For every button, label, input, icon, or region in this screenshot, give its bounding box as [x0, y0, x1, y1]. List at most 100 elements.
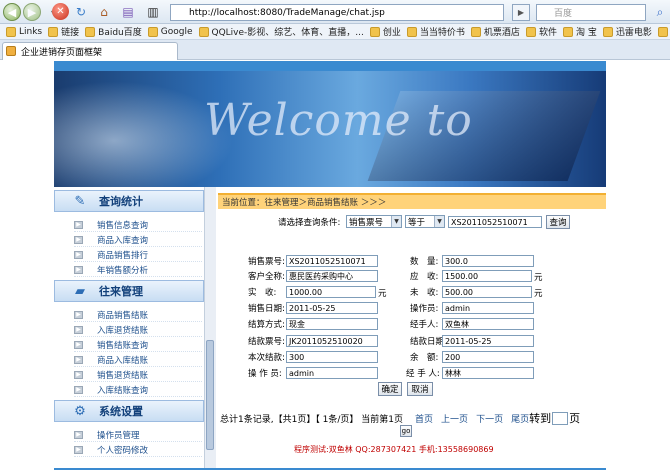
sidebar: ✎ 查询统计 ▶ 销售信息查询 ▶ 商品入库查询 ▶ 商品销售排行 ▶ 年销售额分析 ▰… [54, 187, 204, 469]
bookmark-item[interactable]: 链接 [48, 25, 79, 38]
arrow-icon: ▶ [74, 235, 83, 244]
pager: 总计1条记录,【共1页】【 1条/页】 当前第1页 首页 上一页 下一页 尾页 … [220, 410, 580, 426]
sidebar-item[interactable]: ▶ 入库结账查询 [74, 383, 202, 397]
address-bar[interactable]: http://localhost:8080/TradeManage/chat.j… [170, 4, 504, 21]
next-page-link[interactable]: 下一页 [476, 412, 503, 425]
go-button[interactable]: ▶ [512, 4, 530, 21]
bottom-stripe [54, 468, 606, 470]
banner-welcome-text: Welcome to [204, 95, 473, 146]
handler-field-bottom[interactable]: 林林 [442, 367, 534, 379]
form-label: 操作员: [410, 304, 439, 314]
form-label: 实 收: [248, 288, 277, 298]
last-page-link[interactable]: 尾页 [511, 412, 529, 425]
prev-page-link[interactable]: 上一页 [441, 412, 468, 425]
back-button[interactable]: ◀ [3, 3, 21, 21]
bookmarks-bar: Links 链接 Baidu百度 Google QQLive-影视、综艺、体育、… [0, 24, 670, 40]
bookmark-item[interactable]: 迅雷电影 [602, 25, 652, 38]
form-label: 销售票号: [248, 257, 285, 267]
form-label: 本次结款: [248, 353, 285, 363]
sale-date-field[interactable]: 2011-05-25 [286, 302, 378, 314]
bookmark-item[interactable]: 创业 [369, 25, 401, 38]
query-operator-select[interactable]: 等于 ▼ [405, 215, 445, 228]
payment-date-field[interactable]: 2011-05-25 [442, 335, 534, 347]
arrow-icon: ▶ [74, 265, 83, 274]
bookmark-item[interactable]: 当当特价书 [406, 25, 465, 38]
confirm-button[interactable]: 确定 [378, 382, 402, 396]
query-button[interactable]: 查询 [546, 215, 570, 229]
first-page-link[interactable]: 首页 [415, 412, 433, 425]
history-icon[interactable]: ▤ [120, 4, 136, 20]
bookmark-item[interactable]: 机票酒店 [470, 25, 520, 38]
unit-label: 元 [534, 289, 543, 299]
sale-ticket-field[interactable]: XS2011052510071 [286, 255, 378, 267]
sidebar-item[interactable]: ▶ 销售信息查询 [74, 218, 202, 232]
arrow-icon: ▶ [74, 220, 83, 229]
wrench-icon: ⚙ [74, 403, 86, 419]
stop-button[interactable]: ✕ [52, 3, 69, 20]
sidebar-item[interactable]: ▶ 销售退货结账 [74, 368, 202, 382]
arrow-icon: ▶ [74, 385, 83, 394]
goto-page-input[interactable] [552, 411, 569, 425]
top-stripe [54, 61, 606, 71]
sidebar-section-query[interactable]: ✎ 查询统计 [54, 190, 204, 212]
query-label: 请选择查询条件: [278, 218, 341, 228]
cancel-button[interactable]: 取消 [407, 382, 433, 396]
customer-name-field[interactable]: 惠民医药采购中心 [286, 270, 378, 282]
bookmark-item[interactable]: 淘 宝 [562, 25, 597, 38]
bookmark-item[interactable]: Baidu百度 [85, 25, 142, 38]
query-field-select[interactable]: 销售票号 ▼ [346, 215, 402, 228]
sidebar-item[interactable]: ▶ 销售结账查询 [74, 338, 202, 352]
bookmark-item[interactable]: 软件 [525, 25, 557, 38]
balance-field[interactable]: 200 [442, 351, 534, 363]
bookmark-icon[interactable]: ▥ [145, 4, 161, 20]
payment-ticket-field[interactable]: JK2011052510020 [286, 335, 378, 347]
arrow-icon: ▶ [74, 310, 83, 319]
bookmark-item[interactable]: Google [147, 26, 193, 37]
arrow-icon: ▶ [74, 430, 83, 439]
form-label: 经手人: [410, 320, 439, 330]
form-label: 销售日期: [248, 304, 285, 314]
unit-label: 元 [378, 289, 387, 299]
pen-icon: ✎ [74, 193, 86, 209]
sidebar-item[interactable]: ▶ 商品销售结账 [74, 308, 202, 322]
bookmark-item[interactable]: 卓越 [657, 25, 670, 38]
go-page-button[interactable]: go [400, 425, 412, 437]
form-label: 未 收: [410, 288, 439, 298]
sidebar-item[interactable]: ▶ 入库退货结账 [74, 323, 202, 337]
sidebar-item[interactable]: ▶ 商品入库结账 [74, 353, 202, 367]
operator-field-bottom[interactable]: admin [286, 367, 378, 379]
arrow-icon: ▶ [74, 355, 83, 364]
refresh-button[interactable]: ↻ [73, 4, 89, 20]
operator-field[interactable]: admin [442, 302, 534, 314]
received-field[interactable]: 1000.00 [286, 286, 376, 298]
handler-field[interactable]: 双鱼林 [442, 318, 534, 330]
form-label: 数 量: [410, 257, 439, 267]
home-icon[interactable]: ⌂ [96, 4, 112, 20]
sidebar-section-settings[interactable]: ⚙ 系统设置 [54, 400, 204, 422]
bookmark-item[interactable]: QQLive-影视、综艺、体育、直播，... [198, 25, 364, 38]
sidebar-section-accounts[interactable]: ▰ 往来管理 [54, 280, 204, 302]
browser-tab[interactable]: 企业进销存页面框架 [2, 42, 178, 60]
chevron-down-icon: ▼ [391, 216, 401, 227]
sidebar-item[interactable]: ▶ 商品入库查询 [74, 233, 202, 247]
sidebar-scrollbar-thumb[interactable] [206, 340, 214, 450]
sidebar-item[interactable]: ▶ 商品销售排行 [74, 248, 202, 262]
pager-summary: 总计1条记录,【共1页】【 1条/页】 当前第1页 [220, 414, 404, 425]
current-payment-field[interactable]: 300 [286, 351, 378, 363]
arrow-icon: ▶ [74, 370, 83, 379]
bookmark-item[interactable]: Links [6, 26, 42, 37]
settlement-method-field[interactable]: 现金 [286, 318, 378, 330]
quantity-field[interactable]: 300.0 [442, 255, 534, 267]
unreceived-field[interactable]: 500.00 [442, 286, 532, 298]
sidebar-item[interactable]: ▶ 年销售额分析 [74, 263, 202, 277]
sidebar-item[interactable]: ▶ 操作员管理 [74, 428, 202, 442]
chevron-down-icon: ▼ [434, 216, 444, 227]
search-go-icon[interactable]: ⌕ [652, 4, 668, 20]
receivable-field[interactable]: 1500.00 [442, 270, 532, 282]
unit-label: 元 [534, 273, 543, 283]
forward-button[interactable]: ▶ [23, 3, 41, 21]
sidebar-item[interactable]: ▶ 个人密码修改 [74, 443, 202, 457]
tab-favicon-icon [6, 46, 16, 56]
query-keyword-input[interactable]: XS2011052510071 [448, 216, 542, 228]
search-input[interactable]: 百度 [536, 4, 646, 21]
